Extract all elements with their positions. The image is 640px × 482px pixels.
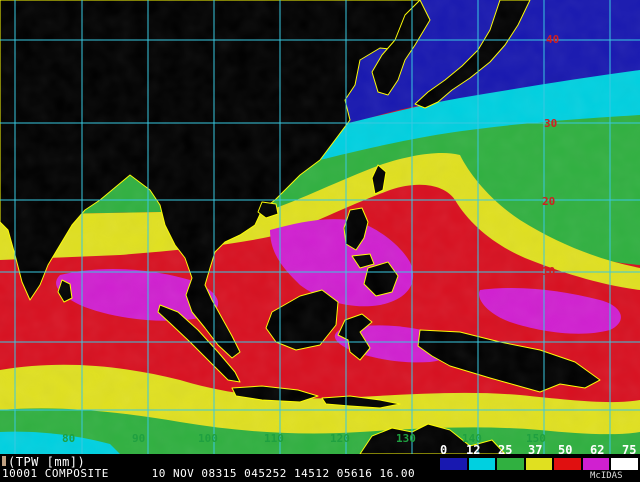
lon-label-90: 90: [132, 432, 146, 445]
legend-swatch: [440, 458, 469, 470]
lat-label-40: 40: [546, 33, 560, 46]
legend-tick-25: 25: [498, 443, 513, 457]
tpw-composite-map: [0, 0, 640, 454]
product-info-line: 10001 COMPOSITE 10 NOV 08315 045252 1451…: [2, 467, 416, 480]
lon-label-110: 110: [264, 432, 284, 445]
legend-swatch: [468, 458, 498, 470]
legend-tick-0: 0: [440, 443, 448, 457]
lon-label-80: 80: [62, 432, 76, 445]
legend-tick-12: 12: [466, 443, 481, 457]
lat-label-20: 20: [542, 195, 556, 208]
legend-swatch: [554, 458, 583, 470]
legend-swatch: [582, 458, 612, 470]
legend-tick-37: 37: [528, 443, 543, 457]
lon-label-100: 100: [198, 432, 218, 445]
footer-marker: [2, 456, 6, 466]
legend-swatch: [611, 458, 640, 470]
tpw-color-legend: 0 12 25 37 50 62 75 McIDAS: [440, 443, 640, 481]
legend-swatch: [525, 458, 555, 470]
lat-label-10: 10: [542, 265, 556, 278]
legend-swatch: [497, 458, 526, 470]
legend-color-bar: [440, 458, 640, 470]
lon-label-120: 120: [330, 432, 350, 445]
lat-label-30: 30: [544, 117, 558, 130]
lon-label-130: 130: [396, 432, 416, 445]
mcidas-credit: McIDAS: [590, 471, 623, 481]
legend-tick-50: 50: [558, 443, 573, 457]
legend-tick-62: 62: [590, 443, 605, 457]
legend-tick-75: 75: [622, 443, 637, 457]
